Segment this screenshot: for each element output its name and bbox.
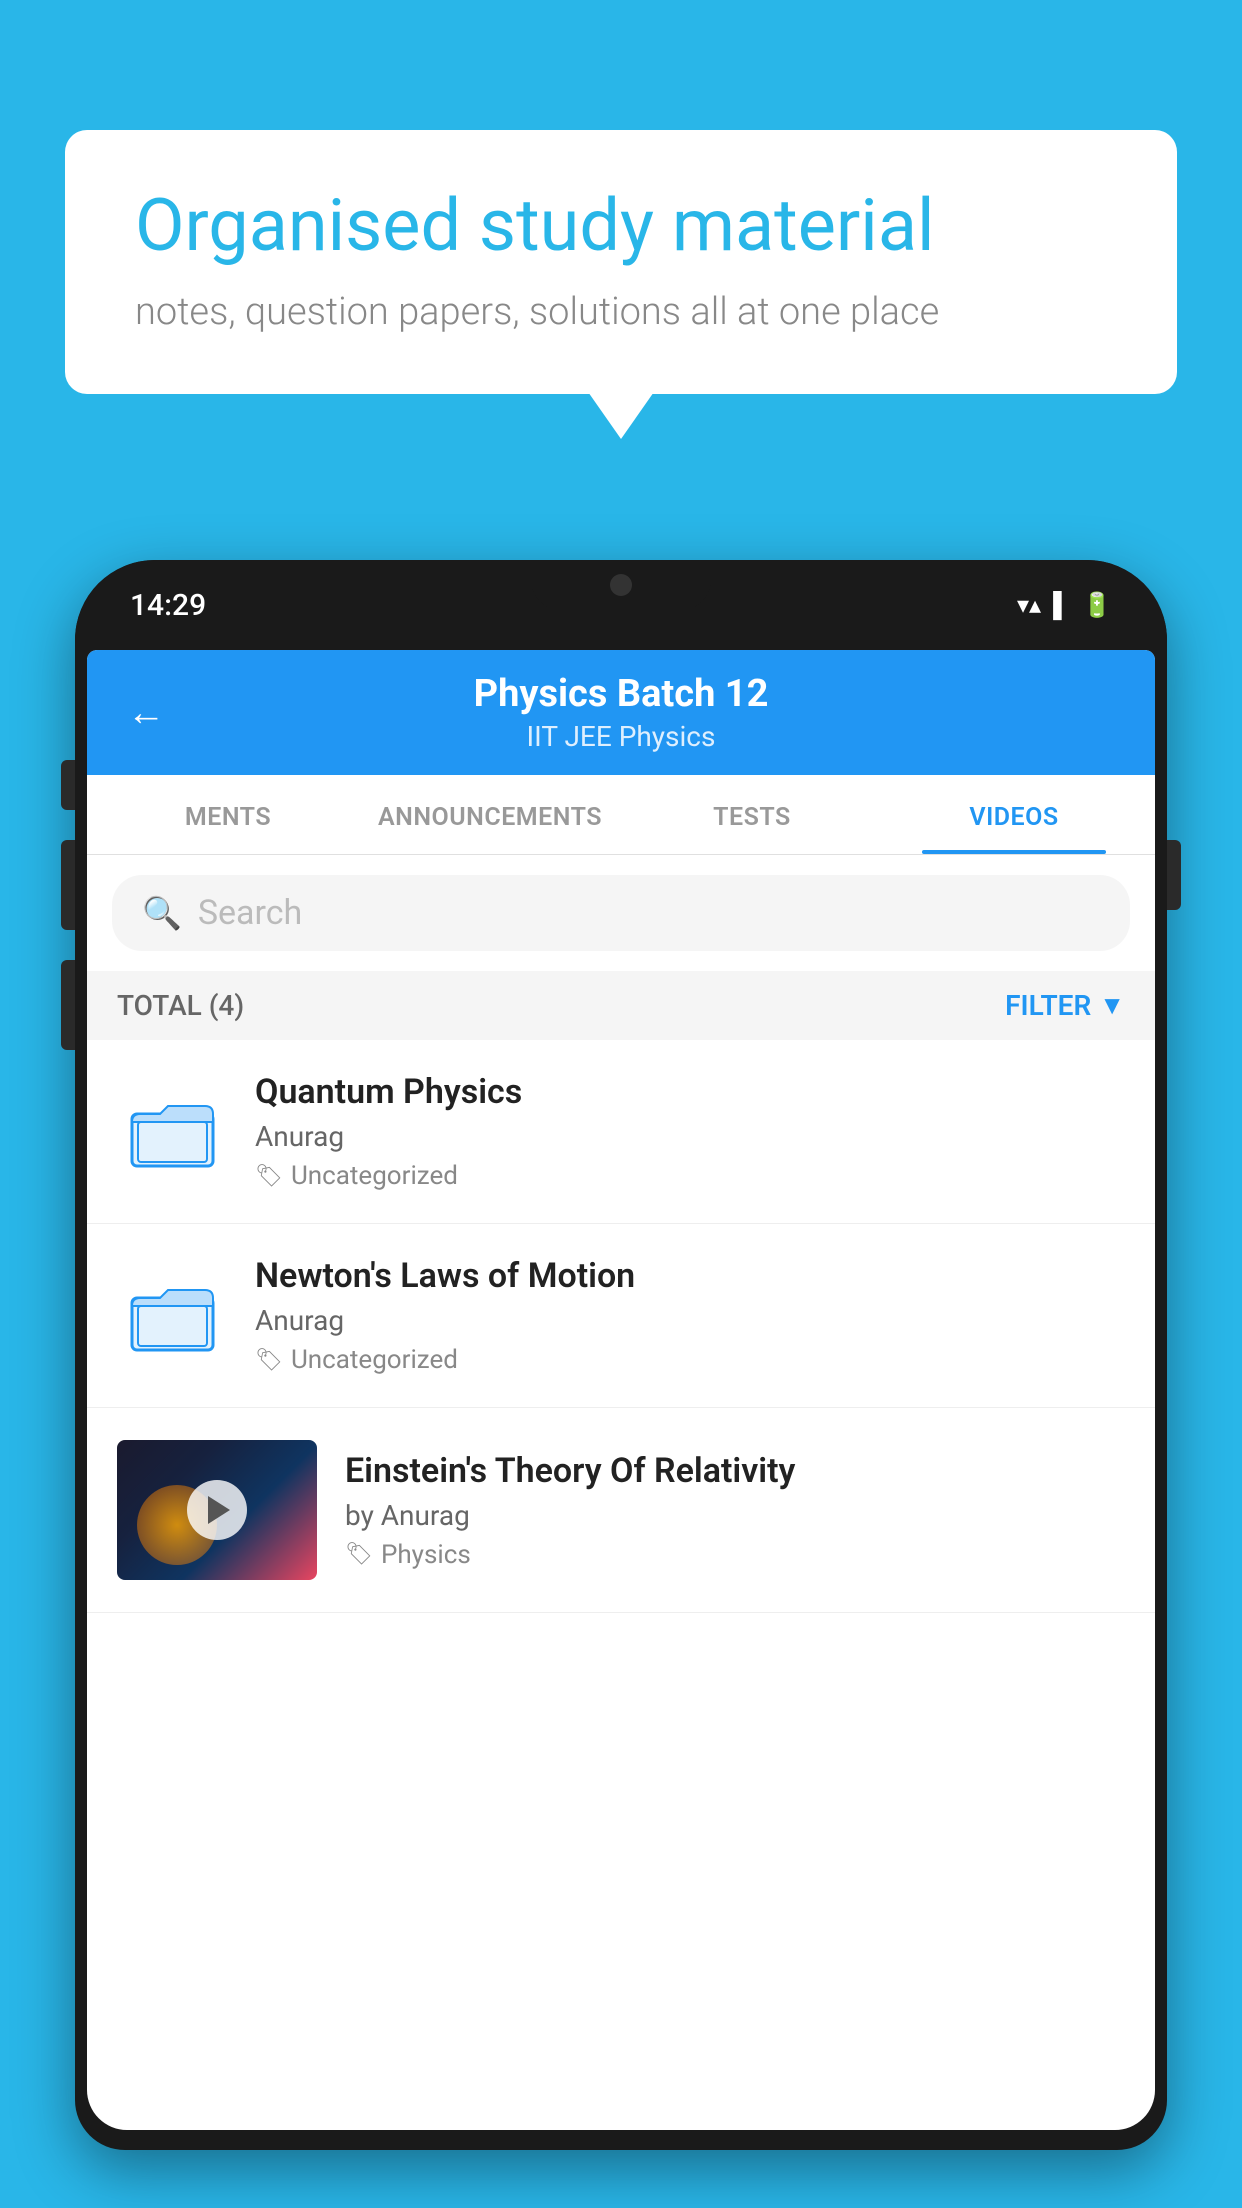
tag-icon: 🏷: [345, 1542, 373, 1567]
back-button[interactable]: ←: [127, 691, 165, 735]
header-center: Physics Batch 12 IIT JEE Physics: [474, 672, 769, 753]
search-bar[interactable]: 🔍 Search: [112, 875, 1130, 951]
item-author: Anurag: [255, 1120, 1125, 1153]
play-icon: [208, 1496, 230, 1524]
bubble-title: Organised study material: [135, 185, 1107, 268]
phone-frame: 14:29 ▾▴ ▌ 🔋 ← Physics Batch 12 IIT JEE …: [75, 560, 1167, 2150]
folder-thumbnail-2: [117, 1271, 227, 1361]
speech-bubble-container: Organised study material notes, question…: [65, 130, 1177, 394]
filter-button[interactable]: FILTER ▼: [1005, 989, 1125, 1022]
item-info-3: Einstein's Theory Of Relativity by Anura…: [345, 1451, 1125, 1570]
item-tag: 🏷 Uncategorized: [255, 1161, 1125, 1191]
item-tag: 🏷 Physics: [345, 1540, 1125, 1570]
item-author: by Anurag: [345, 1499, 1125, 1532]
tabs-bar: MENTS ANNOUNCEMENTS TESTS VIDEOS: [87, 775, 1155, 855]
item-title: Newton's Laws of Motion: [255, 1256, 1125, 1296]
volume-up-button: [61, 840, 75, 930]
filter-bar: TOTAL (4) FILTER ▼: [87, 971, 1155, 1040]
tab-videos[interactable]: VIDEOS: [883, 775, 1145, 854]
signal-icon: ▌: [1053, 591, 1070, 620]
video-thumbnail-3: [117, 1440, 317, 1580]
status-bar: 14:29 ▾▴ ▌ 🔋: [75, 560, 1167, 650]
header-title: Physics Batch 12: [474, 672, 769, 716]
search-icon: 🔍: [142, 894, 182, 932]
tab-ments[interactable]: MENTS: [97, 775, 359, 854]
item-info-2: Newton's Laws of Motion Anurag 🏷 Uncateg…: [255, 1256, 1125, 1375]
tab-announcements[interactable]: ANNOUNCEMENTS: [359, 775, 621, 854]
tag-icon: 🏷: [255, 1164, 283, 1189]
wifi-icon: ▾▴: [1017, 591, 1041, 619]
list-item[interactable]: Quantum Physics Anurag 🏷 Uncategorized: [87, 1040, 1155, 1224]
battery-icon: 🔋: [1082, 591, 1112, 619]
speech-bubble: Organised study material notes, question…: [65, 130, 1177, 394]
tag-label: Uncategorized: [291, 1345, 458, 1375]
tag-label: Uncategorized: [291, 1161, 458, 1191]
item-tag: 🏷 Uncategorized: [255, 1345, 1125, 1375]
play-button[interactable]: [187, 1480, 247, 1540]
status-time: 14:29: [130, 588, 206, 623]
phone-wrapper: 14:29 ▾▴ ▌ 🔋 ← Physics Batch 12 IIT JEE …: [75, 560, 1167, 2208]
bubble-subtitle: notes, question papers, solutions all at…: [135, 290, 1107, 334]
phone-notch: [531, 560, 711, 610]
filter-label: FILTER: [1005, 989, 1091, 1022]
folder-thumbnail-1: [117, 1087, 227, 1177]
item-info-1: Quantum Physics Anurag 🏷 Uncategorized: [255, 1072, 1125, 1191]
mute-button: [61, 760, 75, 810]
app-header: ← Physics Batch 12 IIT JEE Physics: [87, 650, 1155, 775]
item-title: Quantum Physics: [255, 1072, 1125, 1112]
filter-icon: ▼: [1099, 990, 1125, 1021]
item-author: Anurag: [255, 1304, 1125, 1337]
video-list: Quantum Physics Anurag 🏷 Uncategorized: [87, 1040, 1155, 1613]
list-item[interactable]: Newton's Laws of Motion Anurag 🏷 Uncateg…: [87, 1224, 1155, 1408]
search-container: 🔍 Search: [87, 855, 1155, 971]
volume-down-button: [61, 960, 75, 1050]
tab-tests[interactable]: TESTS: [621, 775, 883, 854]
power-button: [1167, 840, 1181, 910]
total-count: TOTAL (4): [117, 989, 244, 1022]
front-camera: [610, 574, 632, 596]
search-input[interactable]: Search: [198, 893, 302, 933]
item-title: Einstein's Theory Of Relativity: [345, 1451, 1125, 1491]
tag-icon: 🏷: [255, 1348, 283, 1373]
phone-screen: ← Physics Batch 12 IIT JEE Physics MENTS…: [87, 650, 1155, 2130]
header-subtitle: IIT JEE Physics: [474, 720, 769, 753]
tag-label: Physics: [381, 1540, 471, 1570]
status-icons: ▾▴ ▌ 🔋: [1017, 591, 1112, 620]
list-item[interactable]: Einstein's Theory Of Relativity by Anura…: [87, 1408, 1155, 1613]
